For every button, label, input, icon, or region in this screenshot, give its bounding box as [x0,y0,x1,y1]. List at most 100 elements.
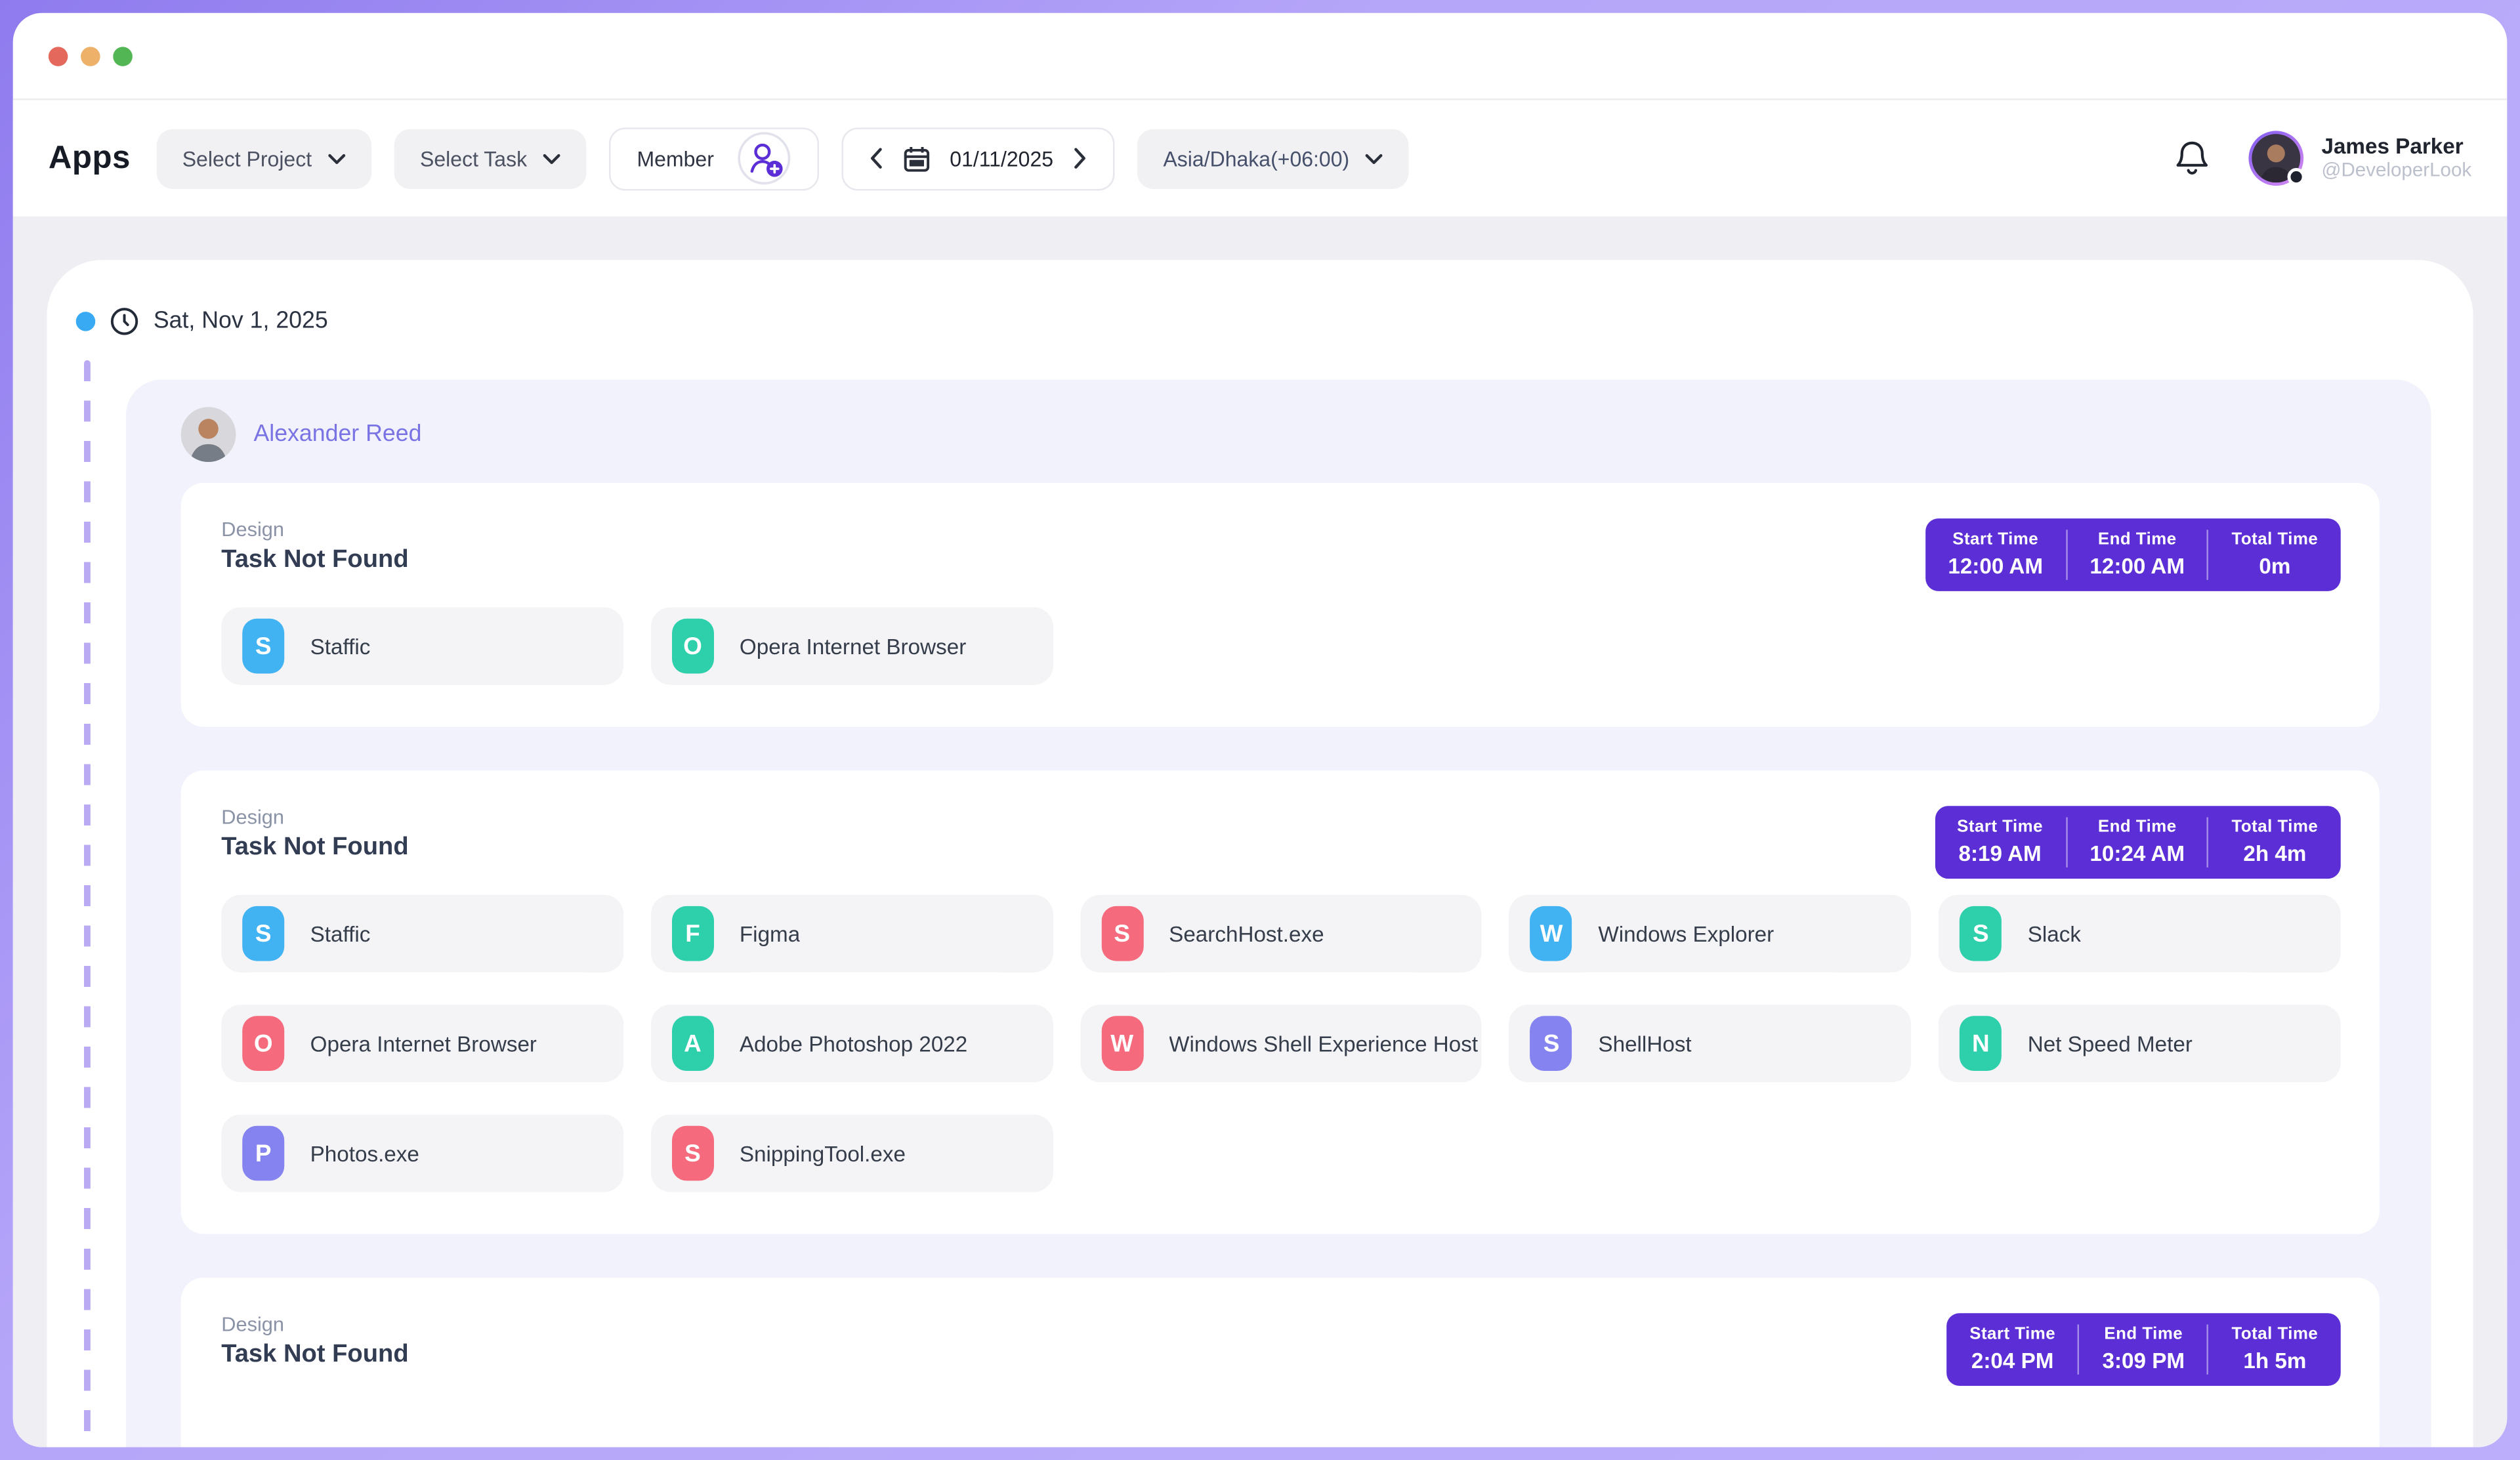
app-chip[interactable]: F Figma [651,895,1053,972]
chevron-down-icon [1366,153,1383,164]
app-letter-icon: W [1101,1016,1143,1071]
total-time-value: 1h 5m [2232,1346,2319,1375]
profile-avatar[interactable] [2249,131,2304,186]
app-name-label: Slack [2028,921,2081,946]
app-chip[interactable]: O Opera Internet Browser [221,1005,623,1082]
content-area: Sat, Nov 1, 2025 Alexander Reed [13,217,2508,1448]
user-name-link[interactable]: Alexander Reed [253,421,421,447]
app-letter-icon: S [1530,1016,1572,1071]
end-time-label: End Time [2090,817,2185,839]
add-member-icon [736,131,791,186]
minimize-window-icon[interactable] [81,46,100,66]
app-name-label: Opera Internet Browser [740,634,966,658]
total-time-label: Total Time [2232,1324,2319,1346]
session-time-badge: Start Time 2:04 PM End Time 3:09 PM Tota… [1947,1313,2341,1386]
start-time-column: Start Time 2:04 PM [1947,1324,2078,1375]
total-time-column: Total Time 0m [2208,530,2341,580]
total-time-column: Total Time 1h 5m [2208,1324,2341,1375]
session-card: Design Task Not Found Start Time 2:04 PM… [181,1278,2380,1447]
user-avatar [181,407,236,462]
app-letter-icon: P [242,1126,284,1181]
close-window-icon[interactable] [49,46,68,66]
app-chip-grid: S Staffic F Figma S SearchHost.exe W Win… [221,895,2341,1192]
timezone-dropdown[interactable]: Asia/Dhaka(+06:00) [1137,129,1409,188]
app-chip[interactable]: S SearchHost.exe [1080,895,1482,972]
app-name-label: SearchHost.exe [1169,921,1324,946]
timeline-dashed-line [84,360,91,1448]
app-letter-icon: S [242,906,284,961]
start-time-label: Start Time [1969,1324,2055,1346]
start-time-value: 8:19 AM [1957,839,2043,867]
date-value[interactable]: 01/11/2025 [950,146,1053,171]
maximize-window-icon[interactable] [113,46,133,66]
end-time-column: End Time 12:00 AM [2066,530,2208,580]
app-chip[interactable]: S Staffic [221,608,623,685]
user-section: Alexander Reed Design Task Not Found Sta… [126,379,2431,1447]
app-frame: Apps Select Project Select Task Member [0,0,2520,1460]
app-name-label: Windows Explorer [1598,921,1774,946]
end-time-value: 10:24 AM [2090,839,2185,867]
app-letter-icon: S [1101,906,1143,961]
profile-status-dot [2288,168,2305,186]
session-card: Design Task Not Found Start Time 12:00 A… [181,483,2380,727]
session-time-badge: Start Time 12:00 AM End Time 12:00 AM To… [1925,518,2341,591]
app-name-label: Net Speed Meter [2028,1032,2193,1056]
start-time-value: 12:00 AM [1948,552,2043,580]
app-name-label: SnippingTool.exe [740,1141,906,1165]
select-project-dropdown[interactable]: Select Project [156,129,371,188]
app-chip[interactable]: W Windows Explorer [1509,895,1911,972]
total-time-column: Total Time 2h 4m [2208,817,2341,867]
timeline-marker-dot [76,311,96,331]
end-time-column: End Time 10:24 AM [2066,817,2208,867]
total-time-value: 0m [2232,552,2319,580]
app-chip[interactable]: O Opera Internet Browser [651,608,1053,685]
previous-day-icon[interactable] [869,147,883,169]
timeline-date-label: Sat, Nov 1, 2025 [154,308,328,333]
header-bar: Apps Select Project Select Task Member [13,100,2508,217]
app-chip[interactable]: W Windows Shell Experience Host [1080,1005,1482,1082]
end-time-column: End Time 3:09 PM [2078,1324,2208,1375]
chevron-down-icon [328,153,346,164]
app-chip-grid: S Staffic O Opera Internet Browser [221,608,2341,685]
app-chip[interactable]: S Slack [1939,895,2340,972]
profile-name: James Parker [2321,135,2471,159]
chevron-down-icon [543,153,561,164]
app-name-label: Figma [740,921,800,946]
app-name-label: Staffic [310,634,371,658]
app-chip[interactable]: S ShellHost [1509,1005,1911,1082]
session-time-badge: Start Time 8:19 AM End Time 10:24 AM Tot… [1935,806,2341,879]
app-chip[interactable]: A Adobe Photoshop 2022 [651,1005,1053,1082]
start-time-column: Start Time 12:00 AM [1925,530,2066,580]
app-chip[interactable]: P Photos.exe [221,1114,623,1192]
user-row: Alexander Reed [181,407,2380,462]
member-filter-button[interactable]: Member [610,127,819,190]
app-name-label: Opera Internet Browser [310,1032,537,1056]
total-time-label: Total Time [2232,817,2319,839]
app-letter-icon: W [1530,906,1572,961]
app-letter-icon: F [672,906,714,961]
profile-info[interactable]: James Parker @DeveloperLook [2321,135,2471,182]
start-time-label: Start Time [1948,530,2043,552]
date-navigator: 01/11/2025 [841,127,1114,190]
select-task-dropdown[interactable]: Select Task [394,129,587,188]
app-chip[interactable]: S Staffic [221,895,623,972]
profile-handle: @DeveloperLook [2321,159,2471,182]
app-letter-icon: N [1960,1016,2002,1071]
app-window: Apps Select Project Select Task Member [13,13,2508,1448]
session-card: Design Task Not Found Start Time 8:19 AM… [181,770,2380,1234]
end-time-label: End Time [2090,530,2185,552]
window-chrome [13,13,2508,100]
start-time-label: Start Time [1957,817,2043,839]
select-project-label: Select Project [182,146,312,171]
next-day-icon[interactable] [1073,147,1087,169]
app-letter-icon: S [672,1126,714,1181]
app-name-label: Windows Shell Experience Host [1169,1032,1478,1056]
app-name-label: ShellHost [1598,1032,1691,1056]
timezone-value: Asia/Dhaka(+06:00) [1163,146,1349,171]
app-letter-icon: S [1960,906,2002,961]
app-name-label: Photos.exe [310,1141,419,1165]
start-time-column: Start Time 8:19 AM [1935,817,2066,867]
notifications-bell-icon[interactable] [2174,139,2210,178]
app-chip[interactable]: N Net Speed Meter [1939,1005,2340,1082]
app-chip[interactable]: S SnippingTool.exe [651,1114,1053,1192]
